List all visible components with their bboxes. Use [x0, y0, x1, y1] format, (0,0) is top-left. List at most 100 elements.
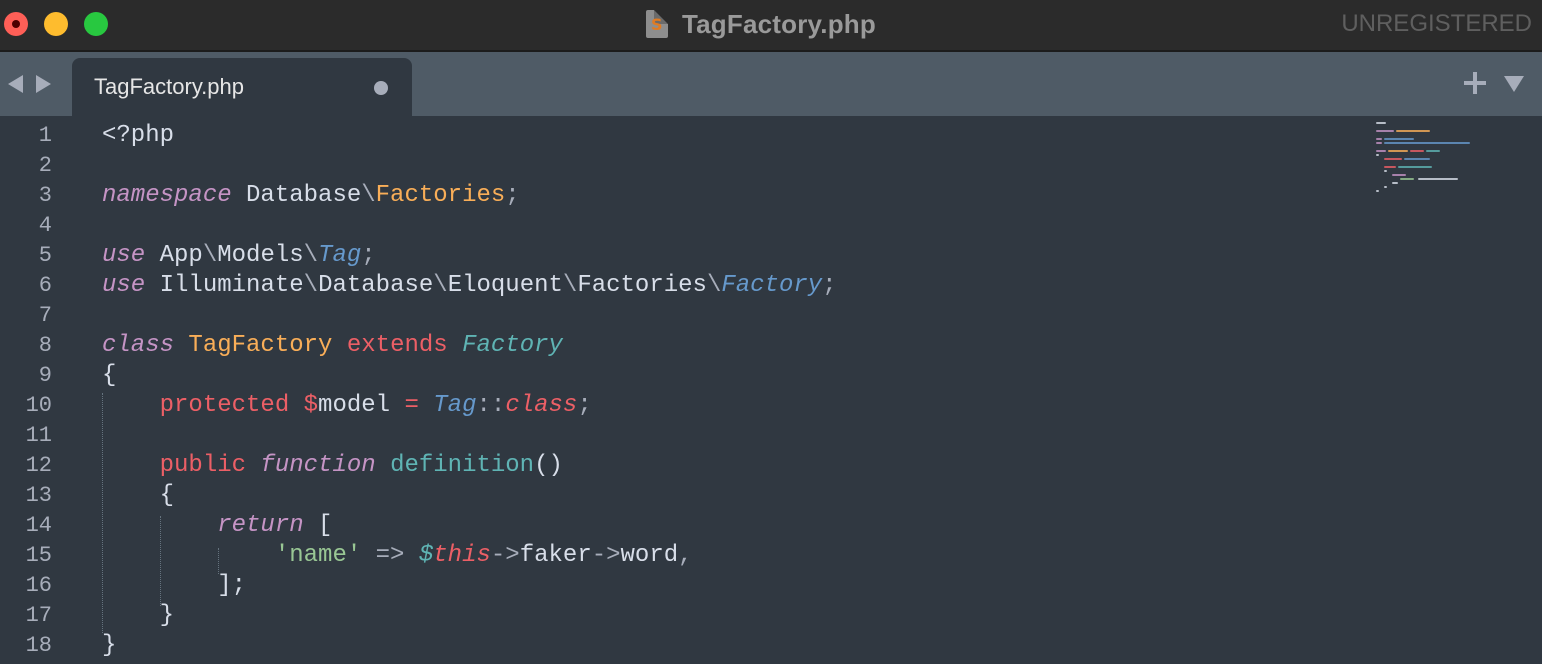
line-number: 17 — [25, 603, 52, 628]
code-editor[interactable]: 1 2 3 4 5 6 7 8 9 10 11 12 13 14 15 16 17 18 <?php namespa… — [0, 116, 1542, 664]
code-line[interactable]: namespace Database\Factories; — [102, 181, 520, 211]
code-token: class — [102, 332, 175, 359]
line-number: 4 — [38, 213, 52, 238]
code-token: Database — [231, 182, 362, 209]
code-token: Factory — [462, 332, 563, 359]
code-token: this — [433, 542, 491, 569]
code-token: Tag — [433, 392, 477, 419]
tab-bar: TagFactory.php — [0, 52, 1542, 116]
code-token: faker — [519, 542, 592, 569]
close-icon[interactable] — [4, 12, 28, 36]
line-number: 9 — [38, 363, 52, 388]
code-token: } — [102, 632, 117, 659]
code-token: App — [145, 242, 203, 269]
window-title: TagFactory.php — [682, 8, 876, 39]
minimap[interactable] — [1374, 120, 1484, 194]
code-line[interactable]: } — [102, 631, 116, 661]
code-line[interactable]: { — [102, 361, 116, 391]
code-token: , — [678, 542, 693, 569]
code-token: return — [217, 512, 304, 539]
code-token: = — [404, 392, 419, 419]
code-line[interactable]: { — [102, 481, 174, 511]
code-token: => — [375, 542, 405, 569]
code-token: Tag — [318, 242, 362, 269]
code-token: -> — [490, 542, 520, 569]
indent-guide — [102, 393, 103, 633]
indent-guide — [160, 516, 161, 606]
code-token: Factory — [721, 272, 823, 299]
line-number: 2 — [38, 153, 52, 178]
code-token: \ — [202, 242, 218, 269]
line-number: 14 — [25, 513, 52, 538]
arrow-right-icon[interactable] — [36, 75, 51, 93]
code-token: ; — [577, 392, 592, 419]
code-token: Models — [217, 242, 304, 269]
line-number: 13 — [25, 483, 52, 508]
line-number: 16 — [25, 573, 52, 598]
line-number: 8 — [38, 333, 52, 358]
code-line[interactable]: return [ — [102, 511, 332, 541]
tab-navigation — [8, 75, 56, 95]
code-token: ]; — [102, 572, 247, 599]
code-token: namespace — [102, 182, 232, 209]
code-line[interactable]: ]; — [102, 571, 246, 601]
unsaved-dot-icon[interactable] — [374, 81, 388, 95]
code-line[interactable]: 'name' => $this->faker->word, — [102, 541, 693, 571]
code-line[interactable]: <?php — [102, 121, 174, 151]
line-number: 3 — [38, 183, 52, 208]
code-line[interactable]: public function definition() — [102, 451, 563, 481]
code-token: ; — [822, 272, 837, 299]
code-line[interactable]: } — [102, 601, 174, 631]
code-token: class — [505, 392, 578, 419]
code-token: Factories — [375, 182, 506, 209]
registration-status: UNREGISTERED — [1341, 10, 1532, 37]
code-token: Factories — [577, 272, 707, 299]
code-token: [ — [303, 512, 333, 539]
code-token: $ — [418, 542, 434, 569]
code-token: { — [102, 362, 117, 389]
code-token: model — [318, 392, 391, 419]
code-token: function — [260, 452, 376, 479]
code-token: extends — [346, 332, 448, 359]
code-token: \ — [562, 272, 578, 299]
line-number: 7 — [38, 303, 52, 328]
line-number: 10 — [25, 393, 52, 418]
window-title-area: S TagFactory.php — [646, 8, 876, 40]
code-token: ; — [361, 242, 376, 269]
tab-tagfactory[interactable]: TagFactory.php — [72, 58, 412, 116]
code-token: Eloquent — [447, 272, 563, 299]
code-line[interactable]: class TagFactory extends Factory — [102, 331, 563, 361]
code-line[interactable]: protected $model = Tag::class; — [102, 391, 592, 421]
chevron-down-icon[interactable] — [1504, 76, 1524, 92]
code-line[interactable]: use Illuminate\Database\Eloquent\Factori… — [102, 271, 837, 301]
arrow-left-icon[interactable] — [8, 75, 23, 93]
code-token: \ — [303, 242, 319, 269]
code-token: public — [159, 452, 247, 479]
code-token: use — [102, 272, 146, 299]
minimize-icon[interactable] — [44, 12, 68, 36]
code-token: Database — [318, 272, 434, 299]
plus-icon[interactable] — [1464, 72, 1486, 94]
zoom-icon[interactable] — [84, 12, 108, 36]
line-number: 18 — [25, 633, 52, 658]
code-token: $ — [303, 392, 319, 419]
code-token: :: — [476, 392, 506, 419]
code-token: 'name' — [274, 542, 362, 569]
sublime-file-icon: S — [646, 10, 668, 38]
code-line[interactable]: use App\Models\Tag; — [102, 241, 376, 271]
line-number: 12 — [25, 453, 52, 478]
code-token: } — [102, 602, 175, 629]
code-token: \ — [303, 272, 319, 299]
line-number: 15 — [25, 543, 52, 568]
code-token: protected — [159, 392, 290, 419]
